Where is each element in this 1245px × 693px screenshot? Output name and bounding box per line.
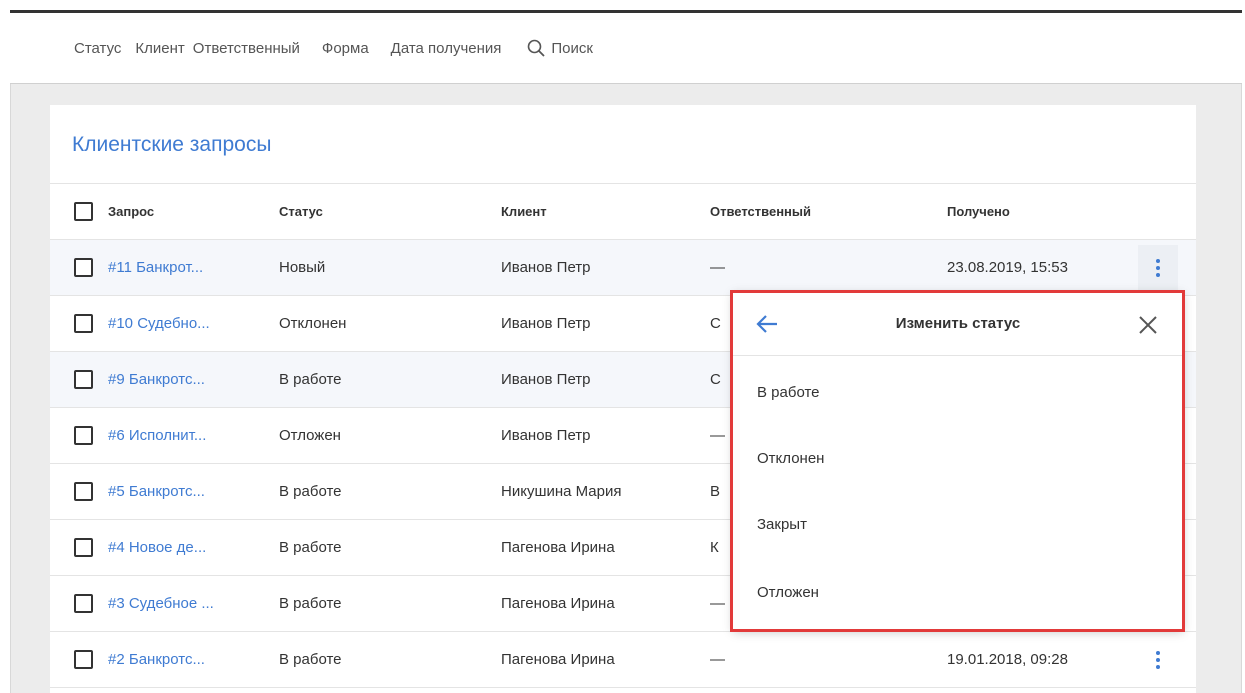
col-request[interactable]: Запрос [108,204,154,219]
row-checkbox[interactable] [74,426,93,445]
client-cell: Никушина Мария [501,483,622,500]
status-option-closed[interactable]: Закрыт [757,516,807,533]
search-label: Поиск [551,39,593,57]
received-cell: 19.01.2018, 09:28 [947,651,1068,668]
select-all-checkbox[interactable] [74,202,93,221]
row-menu-button[interactable] [1138,245,1178,291]
assignee-cell: — [710,651,725,668]
client-cell: Иванов Петр [501,427,591,444]
filter-assignee[interactable]: Ответственный [193,40,300,57]
request-link[interactable]: #4 Новое де... [108,539,206,556]
status-option-in-progress[interactable]: В работе [757,384,820,401]
search-field[interactable]: Поиск [527,39,593,57]
table-row[interactable]: #11 Банкрот... Новый Иванов Петр — 23.08… [50,240,1196,296]
change-status-popup: Изменить статус В работе Отклонен Закрыт… [733,292,1183,630]
filter-client[interactable]: Клиент [135,40,184,57]
search-icon [528,39,546,57]
row-checkbox[interactable] [74,538,93,557]
row-menu-button[interactable] [1138,637,1178,683]
filter-form[interactable]: Форма [322,40,369,57]
client-cell: Пагенова Ирина [501,539,615,556]
table-header: Запрос Статус Клиент Ответственный Получ… [50,183,1196,240]
popup-header: Изменить статус [733,292,1183,356]
status-cell: Отклонен [279,315,347,332]
status-cell: Новый [279,259,326,276]
filter-bar: Статус Клиент Ответственный Форма Дата п… [10,13,1242,84]
row-checkbox[interactable] [74,482,93,501]
status-cell: В работе [279,483,342,500]
status-option-rejected[interactable]: Отклонен [757,450,824,467]
filter-status[interactable]: Статус [74,40,121,57]
table-row[interactable]: #2 Банкротс... В работе Пагенова Ирина —… [50,632,1196,688]
assignee-cell: К [710,539,719,556]
row-checkbox[interactable] [74,258,93,277]
client-cell: Иванов Петр [501,315,591,332]
assignee-cell: С [710,315,721,332]
request-link[interactable]: #9 Банкротс... [108,371,205,388]
assignee-cell: — [710,595,725,612]
request-link[interactable]: #5 Банкротс... [108,483,205,500]
request-link[interactable]: #11 Банкрот... [108,259,203,276]
request-link[interactable]: #2 Банкротс... [108,651,205,668]
close-icon[interactable] [1135,312,1161,338]
filter-received-date[interactable]: Дата получения [391,40,502,57]
row-checkbox[interactable] [74,650,93,669]
assignee-cell: С [710,371,721,388]
request-link[interactable]: #6 Исполнит... [108,427,206,444]
col-client[interactable]: Клиент [501,204,547,219]
status-cell: Отложен [279,427,341,444]
client-cell: Иванов Петр [501,259,591,276]
assignee-cell: — [710,259,725,276]
request-link[interactable]: #10 Судебно... [108,315,210,332]
row-checkbox[interactable] [74,594,93,613]
col-assignee[interactable]: Ответственный [710,204,811,219]
client-cell: Пагенова Ирина [501,651,615,668]
row-checkbox[interactable] [74,314,93,333]
status-cell: В работе [279,595,342,612]
status-option-postponed[interactable]: Отложен [757,584,819,601]
page-title: Клиентские запросы [72,133,272,156]
assignee-cell: В [710,483,721,500]
status-cell: В работе [279,651,342,668]
col-status[interactable]: Статус [279,204,323,219]
client-cell: Иванов Петр [501,371,591,388]
row-checkbox[interactable] [74,370,93,389]
popup-title: Изменить статус [895,315,1021,332]
status-cell: В работе [279,539,342,556]
col-received[interactable]: Получено [947,204,1010,219]
status-cell: В работе [279,371,342,388]
received-cell: 23.08.2019, 15:53 [947,259,1068,276]
client-cell: Пагенова Ирина [501,595,615,612]
request-link[interactable]: #3 Судебное ... [108,595,214,612]
assignee-cell: — [710,427,725,444]
